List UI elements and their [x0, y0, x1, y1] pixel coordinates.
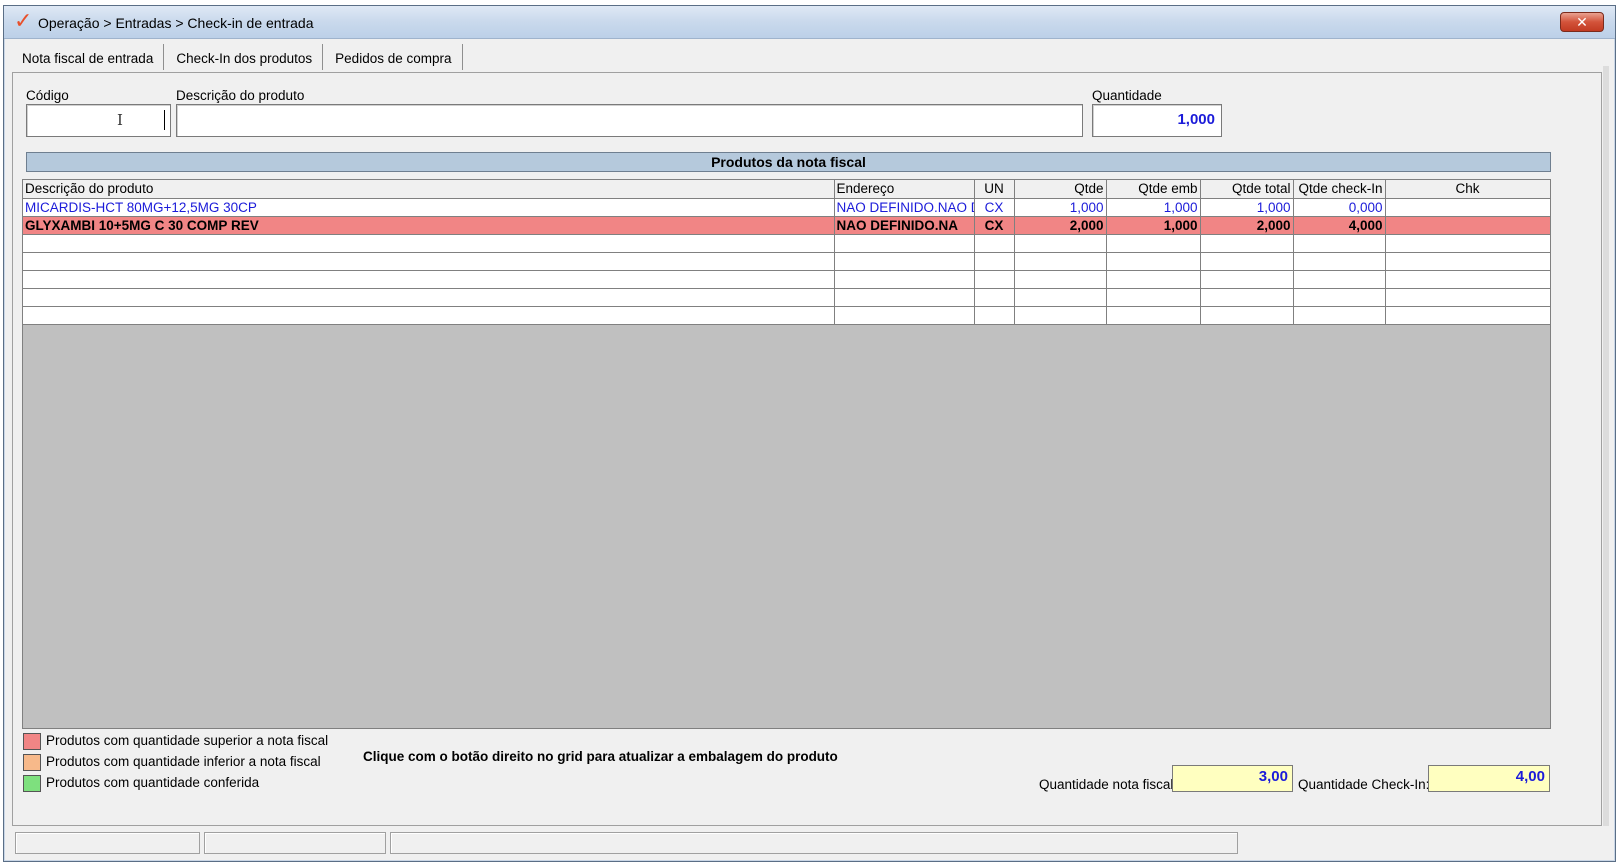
legend-conferida: Produtos com quantidade conferida — [23, 775, 259, 792]
legend-inferior-label: Produtos com quantidade inferior a nota … — [46, 754, 321, 770]
grid-header-row: Descrição do produto Endereço UN Qtde Qt… — [23, 180, 1550, 199]
app-checkmark-icon: ✓ — [14, 9, 33, 34]
descricao-input[interactable] — [176, 104, 1083, 137]
legend-superior-label: Produtos com quantidade superior a nota … — [46, 733, 329, 749]
col-endereco[interactable]: Endereço — [834, 180, 975, 199]
cell-endereco: NAO DEFINIDO.NAO D — [834, 198, 975, 217]
col-un[interactable]: UN — [974, 180, 1015, 199]
col-qtde-emb[interactable]: Qtde emb — [1106, 180, 1201, 199]
col-descricao[interactable]: Descrição do produto — [23, 180, 835, 199]
table-row-empty[interactable] — [23, 306, 1550, 325]
grid-title: Produtos da nota fiscal — [26, 152, 1551, 172]
legend-swatch-green — [23, 775, 41, 792]
quantidade-label: Quantidade — [1092, 88, 1162, 103]
total-checkin-field: 4,00 — [1428, 765, 1550, 792]
status-bar — [12, 832, 1312, 856]
col-qtde[interactable]: Qtde — [1014, 180, 1107, 199]
table-row-empty[interactable] — [23, 252, 1550, 271]
checkin-panel: Código I Descrição do produto Quantidade… — [12, 72, 1602, 826]
quantidade-value: 1,000 — [1177, 111, 1215, 128]
products-grid[interactable]: Descrição do produto Endereço UN Qtde Qt… — [22, 179, 1551, 729]
checkin-window: ✓ Operação > Entradas > Check-in de entr… — [3, 5, 1616, 862]
window-scrollbar[interactable] — [1603, 66, 1609, 826]
legend-swatch-orange — [23, 754, 41, 771]
tab-pedidos-compra[interactable]: Pedidos de compra — [325, 44, 463, 70]
cell-qtde-emb: 1,000 — [1106, 198, 1201, 217]
col-chk[interactable]: Chk — [1385, 180, 1550, 199]
close-icon: ✕ — [1576, 14, 1588, 30]
total-nota-fiscal-field: 3,00 — [1172, 765, 1293, 792]
cell-qtde-checkin: 4,000 — [1293, 216, 1386, 235]
total-nota-fiscal-label: Quantidade nota fiscal: — [1039, 777, 1178, 792]
cell-qtde: 1,000 — [1014, 198, 1107, 217]
status-panel-3 — [390, 832, 1238, 854]
products-table: Descrição do produto Endereço UN Qtde Qt… — [23, 180, 1550, 325]
grid-hint-text: Clique com o botão direito no grid para … — [363, 749, 838, 764]
cell-un: CX — [974, 198, 1015, 217]
table-row-empty[interactable] — [23, 270, 1550, 289]
status-panel-2 — [204, 832, 386, 854]
total-checkin-label: Quantidade Check-In: — [1298, 777, 1430, 792]
legend-swatch-red — [23, 733, 41, 750]
tab-nota-fiscal-entrada[interactable]: Nota fiscal de entrada — [12, 44, 165, 70]
col-qtde-checkin[interactable]: Qtde check-In — [1293, 180, 1386, 199]
cell-qtde-total: 2,000 — [1200, 216, 1294, 235]
table-row-empty[interactable] — [23, 288, 1550, 307]
status-panel-1 — [15, 832, 200, 854]
cell-descricao: MICARDIS-HCT 80MG+12,5MG 30CP — [23, 198, 835, 217]
ibeam-cursor-icon: I — [117, 111, 123, 129]
codigo-label: Código — [26, 88, 69, 103]
cell-descricao: GLYXAMBI 10+5MG C 30 COMP REV — [23, 216, 835, 235]
codigo-input[interactable]: I — [26, 104, 171, 137]
cell-chk[interactable] — [1385, 198, 1550, 217]
cell-qtde-emb: 1,000 — [1106, 216, 1201, 235]
table-row[interactable]: GLYXAMBI 10+5MG C 30 COMP REV NAO DEFINI… — [23, 216, 1550, 235]
cell-qtde: 2,000 — [1014, 216, 1107, 235]
legend-inferior: Produtos com quantidade inferior a nota … — [23, 754, 321, 771]
legend-superior: Produtos com quantidade superior a nota … — [23, 733, 328, 750]
descricao-label: Descrição do produto — [176, 88, 305, 103]
cell-qtde-total: 1,000 — [1200, 198, 1294, 217]
tab-strip: Nota fiscal de entrada Check-In dos prod… — [12, 44, 465, 70]
cell-qtde-checkin: 0,000 — [1293, 198, 1386, 217]
title-bar: ✓ Operação > Entradas > Check-in de entr… — [4, 6, 1615, 39]
window-title: Operação > Entradas > Check-in de entrad… — [38, 15, 314, 31]
cell-un: CX — [974, 216, 1015, 235]
legend-conferida-label: Produtos com quantidade conferida — [46, 775, 260, 791]
cell-chk[interactable] — [1385, 216, 1550, 235]
close-button[interactable]: ✕ — [1560, 12, 1604, 32]
text-caret — [164, 110, 165, 130]
cell-endereco: NAO DEFINIDO.NA — [834, 216, 975, 235]
tab-checkin-produtos[interactable]: Check-In dos produtos — [166, 44, 324, 70]
table-row[interactable]: MICARDIS-HCT 80MG+12,5MG 30CP NAO DEFINI… — [23, 198, 1550, 217]
table-row-empty[interactable] — [23, 234, 1550, 253]
quantidade-input[interactable]: 1,000 — [1092, 104, 1222, 137]
col-qtde-total[interactable]: Qtde total — [1200, 180, 1294, 199]
